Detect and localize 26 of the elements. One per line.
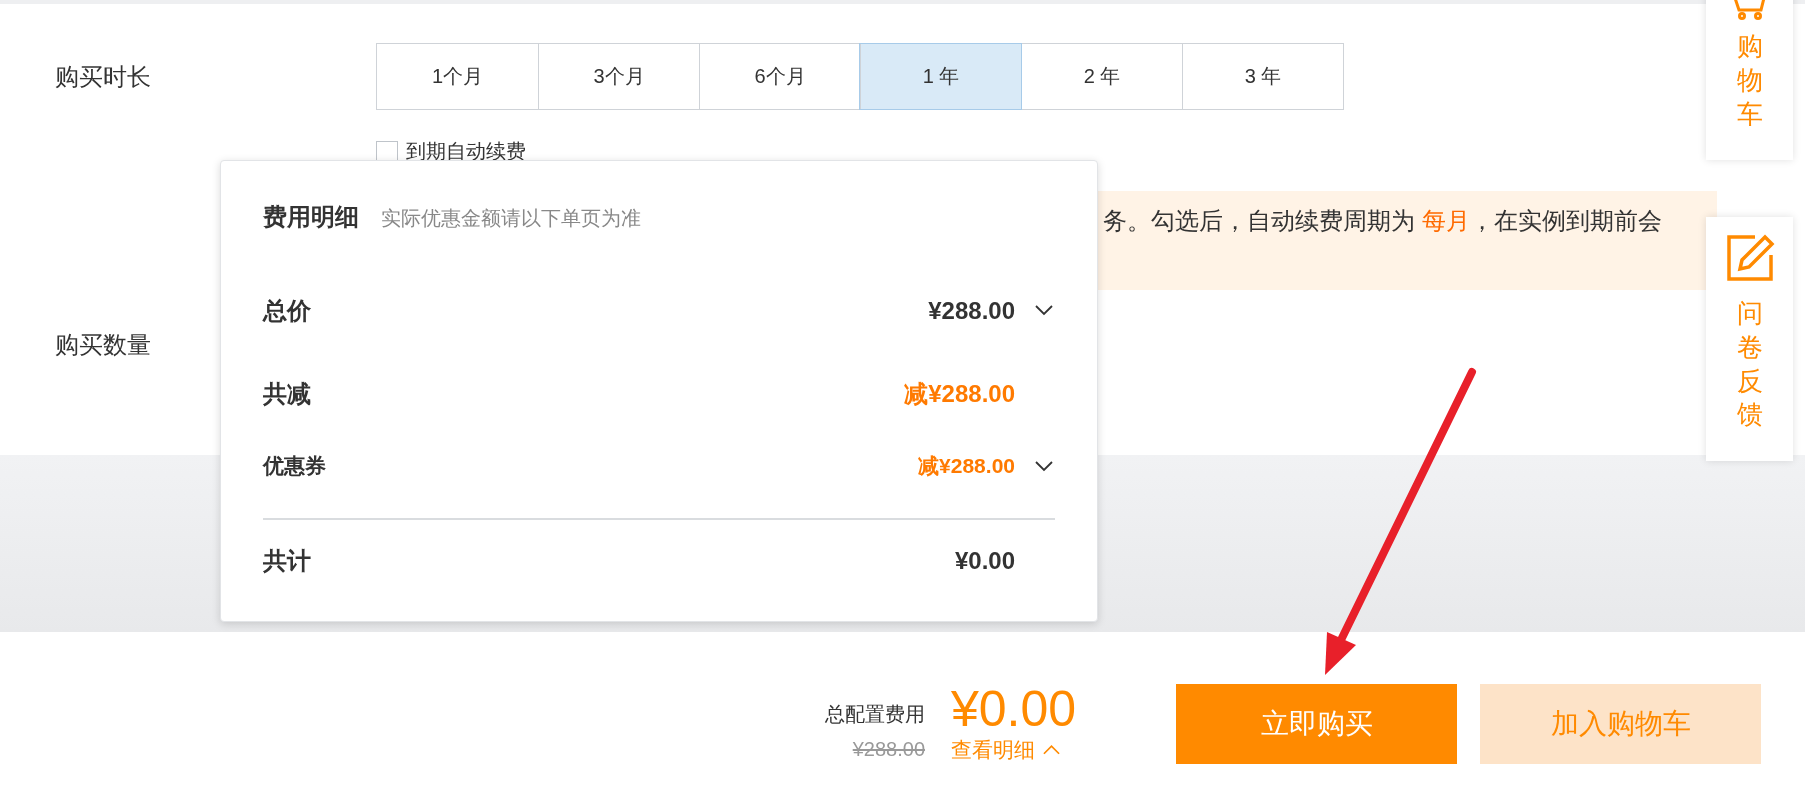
caret-down-icon[interactable]	[1035, 305, 1053, 316]
total-label: 总配置费用	[825, 701, 925, 727]
field-label: 购买数量	[54, 330, 152, 360]
popup-note: 实际优惠金额请以下单页为准	[381, 206, 641, 231]
caret-up-icon[interactable]	[1043, 744, 1060, 755]
checkbox[interactable]	[376, 140, 398, 163]
cost-value: ¥0.00	[954, 547, 1015, 575]
cost-value: 减¥288.00	[918, 453, 1015, 479]
duration-option[interactable]: 1 年	[860, 44, 1021, 109]
cost-value: ¥288.00	[928, 296, 1015, 325]
cart-icon[interactable]	[1732, 0, 1767, 20]
cost-label: 优惠券	[263, 453, 327, 479]
edit-icon[interactable]	[1724, 233, 1775, 283]
side-tool-label: 问卷反馈	[1736, 297, 1763, 432]
original-price: ¥288.00	[852, 738, 925, 761]
cost-value: 减¥288.00	[904, 379, 1015, 409]
cost-label: 总价	[263, 295, 312, 326]
field-label: 购买时长	[54, 61, 152, 92]
cost-label: 共减	[263, 379, 312, 409]
caret-down-icon[interactable]	[1035, 460, 1053, 472]
checkbox-label: 到期自动续费	[406, 139, 526, 164]
cost-label: 共计	[263, 546, 312, 576]
side-tool-label: 购物车	[1736, 30, 1763, 131]
popup-title: 费用明细	[263, 202, 359, 232]
total-price: ¥0.00	[951, 683, 1077, 734]
notice-text: 务。勾选后，自动续费周期为 每月，在实例到期前会	[1103, 207, 1662, 234]
